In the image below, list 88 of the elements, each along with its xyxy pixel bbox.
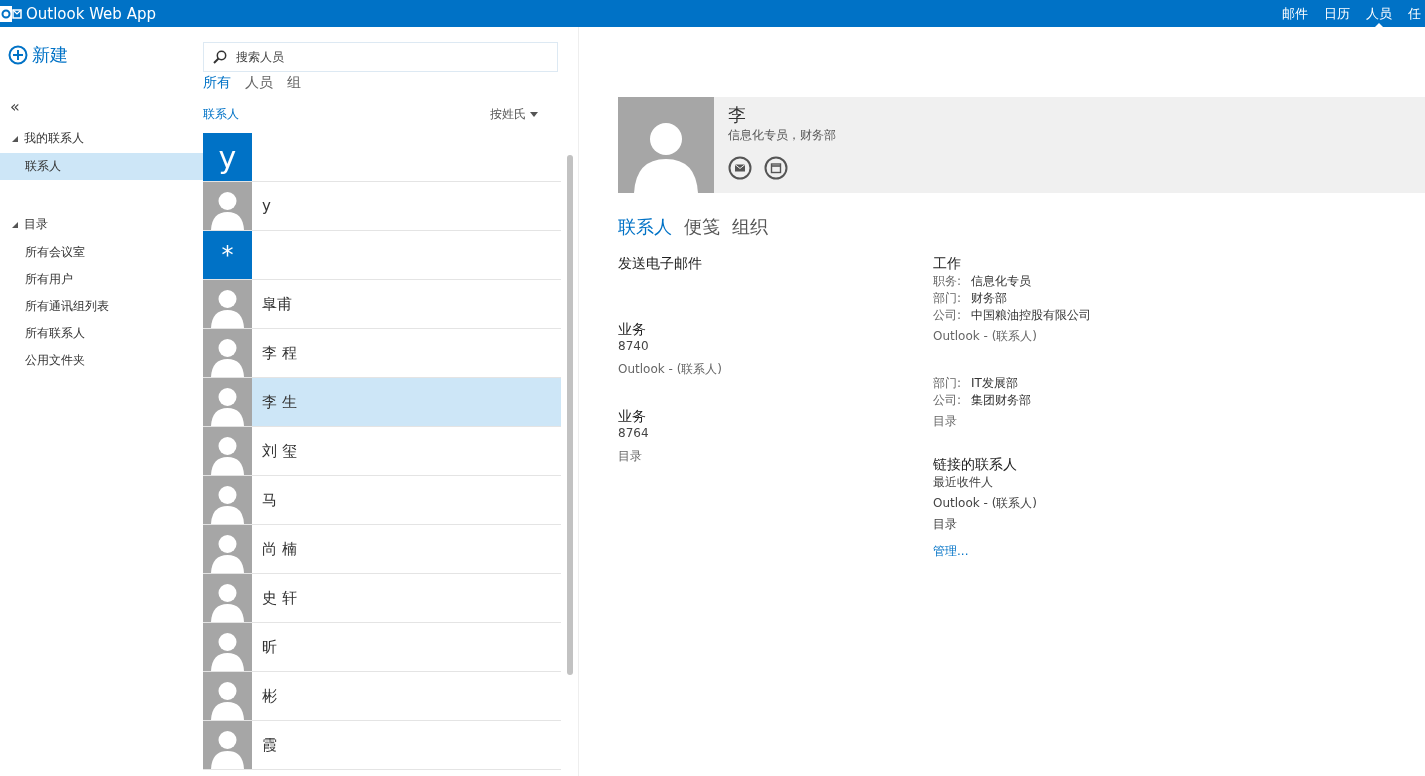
sort-dropdown[interactable]: 按姓氏	[490, 106, 538, 123]
section-heading: 业务	[618, 408, 647, 426]
avatar-placeholder	[203, 182, 252, 230]
contact-name: 彬	[262, 686, 277, 706]
avatar-placeholder	[203, 329, 252, 377]
avatar-placeholder	[203, 476, 252, 524]
contact-name: 李 生	[262, 392, 297, 412]
folder-label: 联系人	[203, 106, 239, 123]
folder-group-header[interactable]: 我的联系人	[0, 124, 203, 153]
nav-link[interactable]: 人员	[1364, 0, 1394, 27]
contact-name: 昕	[262, 637, 277, 657]
detail-text: 目录	[933, 516, 958, 533]
triangle-icon	[12, 135, 18, 142]
contact-name: 李 程	[262, 343, 297, 363]
detail-text: 最近收件人	[933, 474, 994, 491]
collapse-button[interactable]: «	[10, 97, 24, 116]
detail-text: 8740	[618, 339, 650, 353]
field-label: 部门:	[933, 290, 962, 307]
section-heading: 链接的联系人	[933, 456, 1018, 474]
source-text: 目录	[933, 413, 958, 430]
detail-text: Outlook - (联系人)	[933, 495, 1039, 512]
source-text: Outlook - (联系人)	[933, 328, 1039, 345]
contact-name: 皐甫	[262, 294, 292, 314]
field-label: 公司:	[933, 392, 962, 409]
filter-tab[interactable]: 组	[287, 74, 301, 92]
detail-text: Outlook - (联系人)	[618, 361, 724, 378]
new-button[interactable]: 新建	[8, 43, 203, 67]
app-title: Outlook Web App	[26, 4, 156, 23]
nav-link[interactable]: 日历	[1322, 0, 1352, 27]
folder-item[interactable]: 所有联系人	[0, 320, 203, 347]
mail-icon[interactable]	[728, 156, 752, 180]
field-value: 财务部	[971, 290, 1008, 307]
avatar-placeholder	[203, 378, 252, 426]
section-heading: 发送电子邮件	[618, 255, 703, 273]
folder-item[interactable]: 联系人	[0, 153, 203, 180]
contact-name: 史 轩	[262, 588, 297, 608]
detail-tab[interactable]: 组织	[732, 215, 768, 239]
contact-row[interactable]: 李 生	[203, 378, 561, 427]
field-label: 公司:	[933, 307, 962, 324]
detail-text: 8764	[618, 426, 650, 440]
letter-tile: *	[203, 231, 252, 279]
detail-tab[interactable]: 便笺	[684, 215, 720, 239]
folder-group-header[interactable]: 目录	[0, 210, 203, 239]
caret-icon	[530, 112, 538, 117]
field-value: 集团财务部	[971, 392, 1032, 409]
search-field[interactable]: 搜索人员	[203, 42, 558, 72]
scrollbar-thumb[interactable]	[566, 155, 573, 675]
letter-tile: y	[203, 133, 252, 181]
field-label: 部门:	[933, 375, 962, 392]
contact-name: 刘 玺	[262, 441, 297, 461]
filter-tab[interactable]: 所有	[203, 74, 231, 92]
plus-icon	[8, 45, 28, 65]
avatar-placeholder	[203, 623, 252, 671]
nav-link[interactable]: 邮件	[1280, 0, 1310, 27]
field-value: 信息化专员	[971, 273, 1032, 290]
contact-row[interactable]: 皐甫	[203, 280, 561, 329]
contact-name: 霞	[262, 735, 277, 755]
folder-item[interactable]: 所有会议室	[0, 239, 203, 266]
contact-name: 马	[262, 490, 277, 510]
detail-tab[interactable]: 联系人	[618, 215, 672, 239]
folder-item[interactable]: 公用文件夹	[0, 347, 203, 374]
contact-name: 尚 楠	[262, 539, 297, 559]
contact-name: 李	[728, 103, 747, 127]
folder-item[interactable]: 所有通讯组列表	[0, 293, 203, 320]
manage-link[interactable]: 管理...	[933, 543, 1248, 560]
section-heading: 业务	[618, 321, 647, 339]
section-heading: 工作	[933, 255, 962, 273]
avatar-placeholder	[203, 280, 252, 328]
calendar-icon[interactable]	[764, 156, 788, 180]
letter-header-row[interactable]: y	[203, 133, 561, 182]
nav-link[interactable]: 任	[1406, 0, 1423, 27]
folder-item[interactable]: 所有用户	[0, 266, 203, 293]
job-subtitle: 信息化专员，财务部	[728, 127, 836, 144]
avatar-placeholder	[203, 427, 252, 475]
field-value: 中国粮油控股有限公司	[971, 307, 1092, 324]
field-label: 职务:	[933, 273, 962, 290]
contact-row[interactable]: y	[203, 182, 561, 231]
field-value: IT发展部	[971, 375, 1018, 392]
contact-name: y	[262, 197, 271, 215]
search-icon	[213, 50, 227, 64]
triangle-icon	[12, 221, 18, 228]
avatar-placeholder	[203, 525, 252, 573]
avatar-placeholder	[203, 672, 252, 720]
avatar-placeholder	[203, 721, 252, 769]
caret-icon	[1375, 23, 1383, 27]
filter-tab[interactable]: 人员	[245, 74, 273, 92]
avatar-placeholder	[203, 574, 252, 622]
detail-text: 目录	[618, 448, 643, 465]
